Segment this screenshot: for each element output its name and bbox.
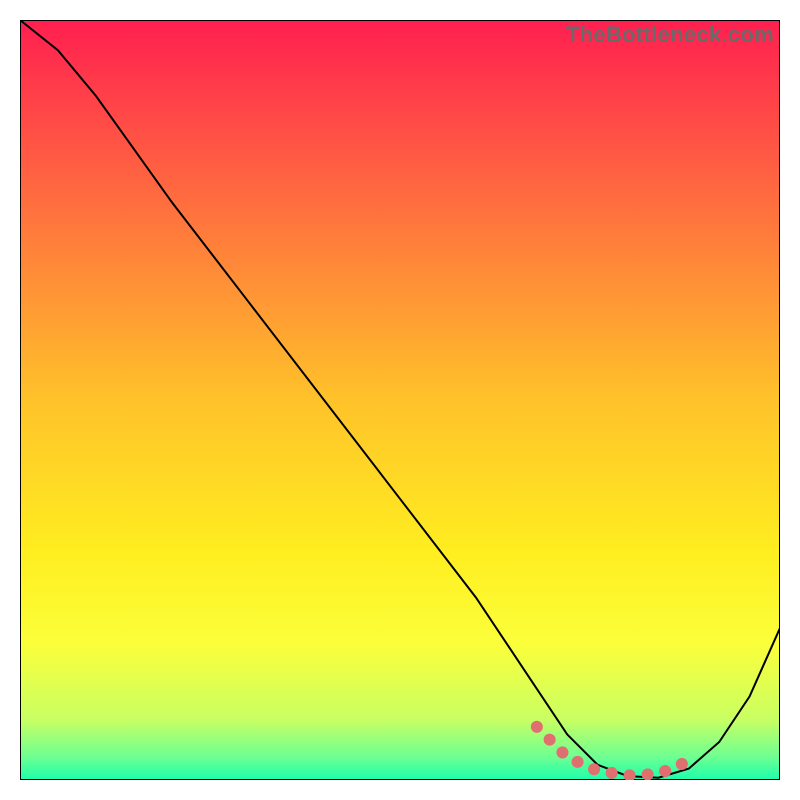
plot-background: [20, 20, 780, 780]
chart-frame: TheBottleneck.com: [20, 20, 780, 780]
watermark-text: TheBottleneck.com: [566, 22, 774, 48]
chart-svg: [20, 20, 780, 780]
